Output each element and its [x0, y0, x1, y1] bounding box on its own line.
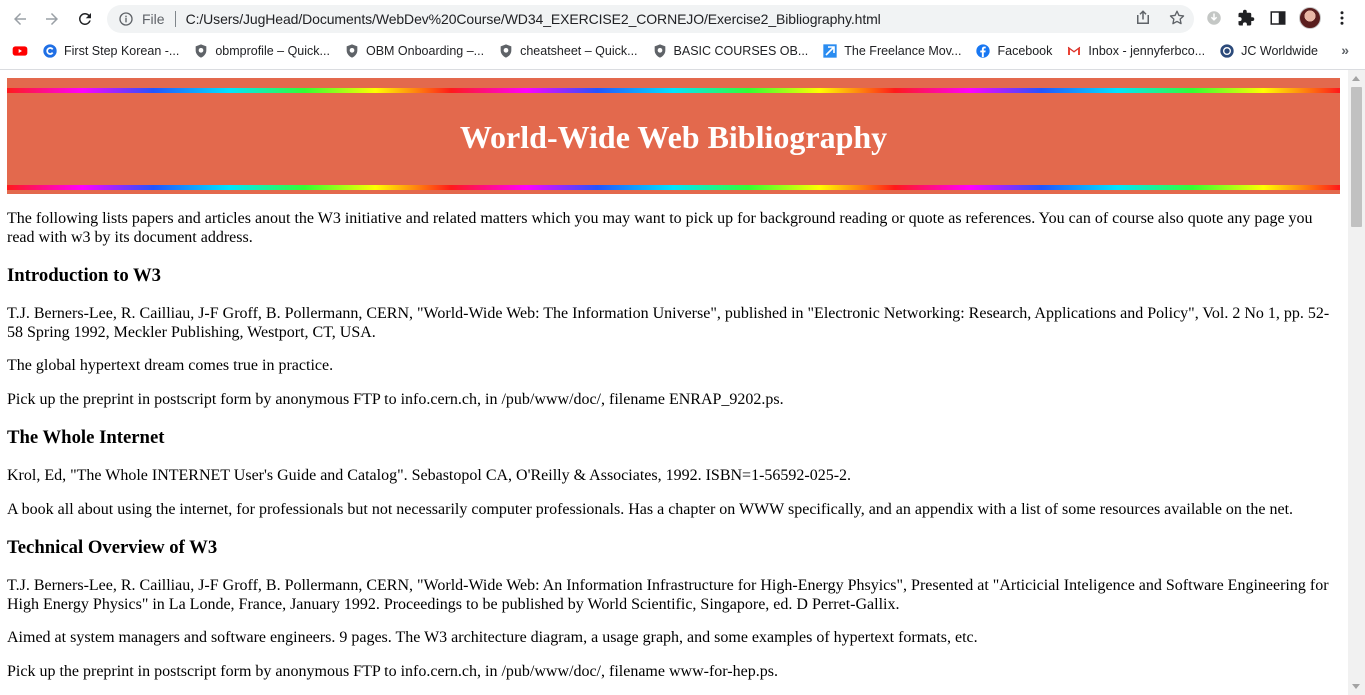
download-button[interactable] — [1203, 7, 1225, 29]
bibliography-entry: T.J. Berners-Lee, R. Cailliau, J-F Groff… — [7, 305, 1330, 341]
entry-note: Pick up the preprint in postscript form … — [7, 662, 778, 680]
page-content: World-Wide Web Bibliography The followin… — [0, 70, 1348, 681]
scroll-down-arrow[interactable] — [1352, 684, 1360, 689]
shield-icon — [344, 43, 360, 59]
coursera-icon — [42, 43, 58, 59]
gmail-icon — [1066, 43, 1082, 59]
bookmark-item[interactable]: Facebook — [968, 38, 1059, 63]
reload-icon — [78, 12, 91, 25]
page-viewport: World-Wide Web Bibliography The followin… — [0, 70, 1348, 695]
side-panel-button[interactable] — [1267, 7, 1289, 29]
section-heading: Introduction to W3 — [7, 265, 162, 286]
star-icon[interactable] — [1168, 9, 1186, 27]
section-heading: The Whole Internet — [7, 427, 165, 448]
bookmark-item[interactable]: JC Worldwide — [1212, 38, 1325, 63]
entry-note: Pick up the preprint in postscript form … — [7, 390, 784, 408]
forward-button[interactable] — [36, 3, 68, 35]
bookmark-label: The Freelance Mov... — [844, 43, 962, 58]
bookmark-label: cheatsheet – Quick... — [520, 43, 638, 58]
freelance-icon — [822, 43, 838, 59]
bookmark-item[interactable]: The Freelance Mov... — [815, 38, 968, 63]
bookmark-item[interactable]: BASIC COURSES OB... — [645, 38, 816, 63]
bookmark-label: BASIC COURSES OB... — [673, 43, 809, 58]
bookmark-label: Facebook — [997, 43, 1053, 58]
bibliography-entry: Krol, Ed, "The Whole INTERNET User's Gui… — [7, 467, 852, 484]
back-button[interactable] — [4, 3, 36, 35]
info-icon[interactable] — [118, 11, 134, 27]
reload-button[interactable] — [69, 3, 101, 35]
scroll-up-arrow[interactable] — [1352, 76, 1360, 81]
shield-icon — [193, 43, 209, 59]
youtube-icon — [12, 43, 28, 59]
bookmark-label: obmprofile – Quick... — [215, 43, 330, 58]
entry-note: A book all about using the internet, for… — [7, 500, 1294, 518]
menu-button[interactable] — [1331, 7, 1353, 29]
bookmark-label: Inbox - jennyferbco... — [1088, 43, 1206, 58]
avatar — [1299, 7, 1321, 29]
more-bookmarks-button[interactable]: » — [1341, 42, 1349, 58]
bookmark-item[interactable]: First Step Korean -... — [35, 38, 186, 63]
bookmark-label: JC Worldwide — [1241, 43, 1318, 58]
scrollbar-thumb[interactable] — [1351, 87, 1362, 227]
shield-icon — [498, 43, 514, 59]
title-banner: World-Wide Web Bibliography — [7, 78, 1340, 194]
browser-toolbar: File C:/Users/JugHead/Documents/WebDev%2… — [0, 0, 1365, 38]
bookmark-label: First Step Korean -... — [64, 43, 180, 58]
bookmark-youtube[interactable] — [0, 38, 35, 63]
page-title: World-Wide Web Bibliography — [459, 119, 888, 155]
puzzle-icon — [1238, 9, 1255, 26]
entry-note: Aimed at system managers and software en… — [7, 629, 978, 646]
url-separator — [174, 11, 176, 27]
profile-button[interactable] — [1299, 7, 1321, 29]
bookmark-item[interactable]: cheatsheet – Quick... — [491, 38, 644, 63]
bookmarks-bar: First Step Korean -... obmprofile – Quic… — [0, 38, 1365, 63]
intro-paragraph: The following lists papers and articles … — [7, 210, 1313, 246]
bibliography-entry: T.J. Berners-Lee, R. Cailliau, J-F Groff… — [7, 577, 1329, 613]
download-icon — [1207, 11, 1221, 25]
section-heading: Technical Overview of W3 — [7, 537, 218, 558]
bookmark-label: OBM Onboarding –... — [365, 43, 485, 58]
rainbow-rule-top — [7, 88, 1340, 93]
shield-icon — [652, 43, 668, 59]
vertical-scrollbar[interactable] — [1348, 70, 1365, 695]
arrow-right-icon — [46, 13, 58, 25]
url-scheme-label: File — [142, 11, 165, 27]
share-icon[interactable] — [1134, 9, 1152, 27]
address-bar[interactable]: File C:/Users/JugHead/Documents/WebDev%2… — [107, 5, 1194, 33]
extensions-button[interactable] — [1235, 7, 1257, 29]
url-text[interactable]: C:/Users/JugHead/Documents/WebDev%20Cour… — [186, 11, 881, 27]
side-panel-icon — [1270, 11, 1286, 25]
bookmark-item[interactable]: Inbox - jennyferbco... — [1059, 38, 1212, 63]
arrow-left-icon — [14, 13, 26, 25]
entry-note: The global hypertext dream comes true in… — [7, 357, 334, 374]
bookmark-item[interactable]: obmprofile – Quick... — [186, 38, 337, 63]
jc-icon — [1219, 43, 1235, 59]
kebab-menu-icon — [1340, 11, 1344, 25]
facebook-icon — [975, 43, 991, 59]
bookmark-item[interactable]: OBM Onboarding –... — [337, 38, 491, 63]
rainbow-rule-bottom — [7, 185, 1340, 190]
